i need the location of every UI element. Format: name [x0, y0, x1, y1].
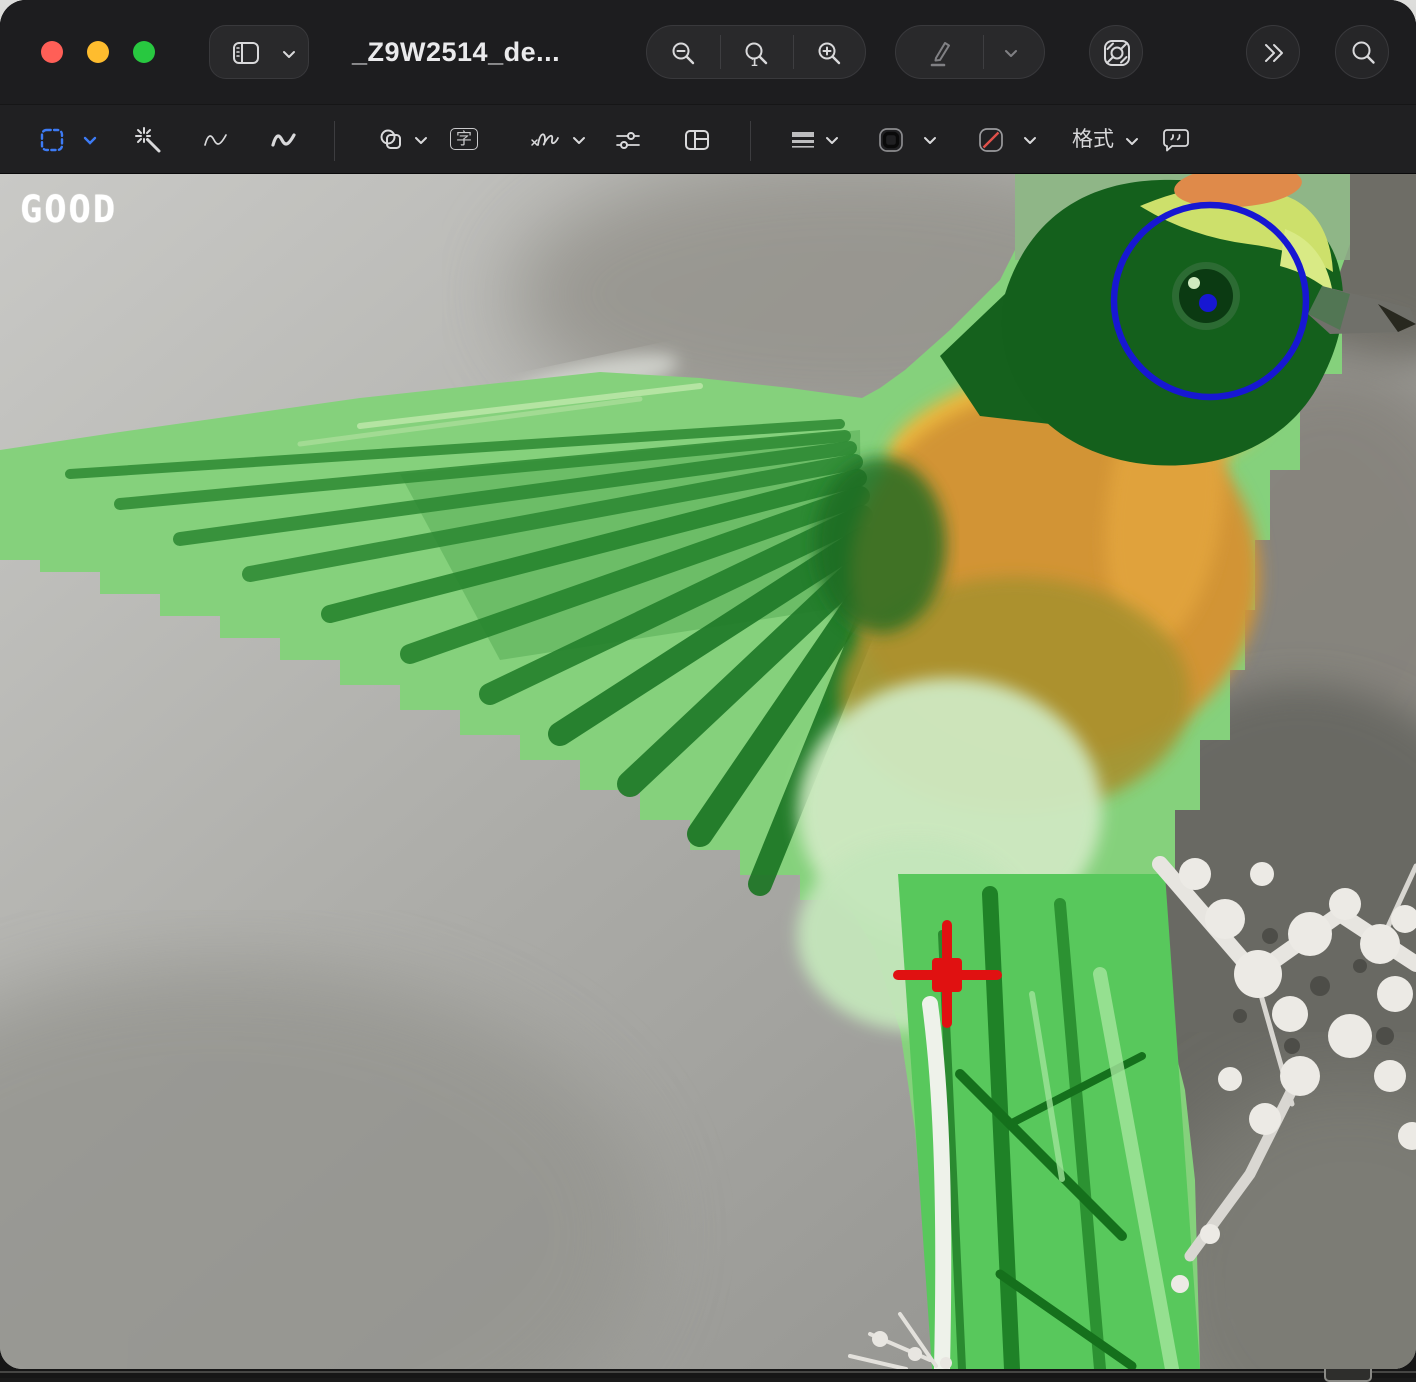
draw-squiggle-icon[interactable]: [270, 126, 298, 154]
divider: [983, 35, 984, 69]
image-canvas[interactable]: GOOD: [0, 174, 1416, 1369]
chevron-down-icon[interactable]: [923, 136, 937, 145]
edit-mode-group: [895, 25, 1045, 79]
border-color-swatch-icon[interactable]: [877, 126, 905, 154]
selection-dashed-rect-icon[interactable]: [38, 126, 66, 154]
shapes-icon[interactable]: [378, 126, 406, 154]
titlebar: _Z9W2514_de... 1: [0, 0, 1416, 104]
text-tool[interactable]: 字: [450, 128, 478, 150]
fill-color-none-icon[interactable]: [977, 126, 1005, 154]
divider: [720, 35, 721, 69]
markup-toolbar-button[interactable]: [1089, 25, 1143, 79]
toolbar-separator: [334, 121, 335, 161]
good-label-annotation[interactable]: GOOD: [20, 188, 117, 231]
format-menu[interactable]: 格式: [1072, 126, 1114, 154]
chevron-down-icon[interactable]: [1023, 136, 1037, 145]
speech-bubble-icon[interactable]: [1162, 126, 1190, 154]
chevron-down-icon[interactable]: [572, 136, 586, 145]
toolbar-separator: [750, 121, 751, 161]
minimize-button[interactable]: [87, 41, 109, 63]
double-chevron-right-icon: [1261, 40, 1287, 66]
bird-photo-with-mask: [0, 174, 1416, 1369]
more-toolbar-items-button[interactable]: [1246, 25, 1300, 79]
signature-icon[interactable]: [530, 126, 572, 154]
chevron-down-icon[interactable]: [1125, 137, 1139, 146]
markup-pen-icon: [1102, 38, 1132, 68]
actual-size-label[interactable]: 1: [751, 55, 758, 69]
eye-dot-annotation[interactable]: [1199, 294, 1217, 312]
line-weight-icon[interactable]: [789, 126, 817, 154]
search-button[interactable]: [1335, 25, 1389, 79]
markup-toolbar: 字: [0, 104, 1416, 174]
magic-wand-icon[interactable]: [134, 126, 162, 154]
magnifier-plus-icon[interactable]: [816, 40, 843, 67]
magnifier-icon: [1350, 39, 1377, 66]
chevron-down-icon[interactable]: [825, 136, 839, 145]
zoom-controls-group: 1: [646, 25, 866, 79]
sliders-icon[interactable]: [614, 126, 642, 154]
chevron-down-icon[interactable]: [414, 136, 428, 145]
window-title: _Z9W2514_de...: [352, 0, 560, 104]
sketch-squiggle-icon[interactable]: [202, 126, 230, 154]
layout-frame-icon[interactable]: [683, 126, 711, 154]
chevron-down-icon[interactable]: [83, 136, 97, 145]
background-window-edge: [0, 1371, 1416, 1373]
sidebar-toggle-button[interactable]: [209, 25, 309, 79]
chevron-down-icon: [282, 50, 296, 59]
sidebar-panel-icon: [231, 39, 261, 67]
divider: [793, 35, 794, 69]
close-button[interactable]: [41, 41, 63, 63]
pencil-underline-icon[interactable]: [924, 38, 954, 68]
preview-window: _Z9W2514_de... 1: [0, 0, 1416, 1369]
chevron-down-icon[interactable]: [1004, 49, 1018, 58]
magnifier-minus-icon[interactable]: [670, 40, 697, 67]
zoom-window-button[interactable]: [133, 41, 155, 63]
